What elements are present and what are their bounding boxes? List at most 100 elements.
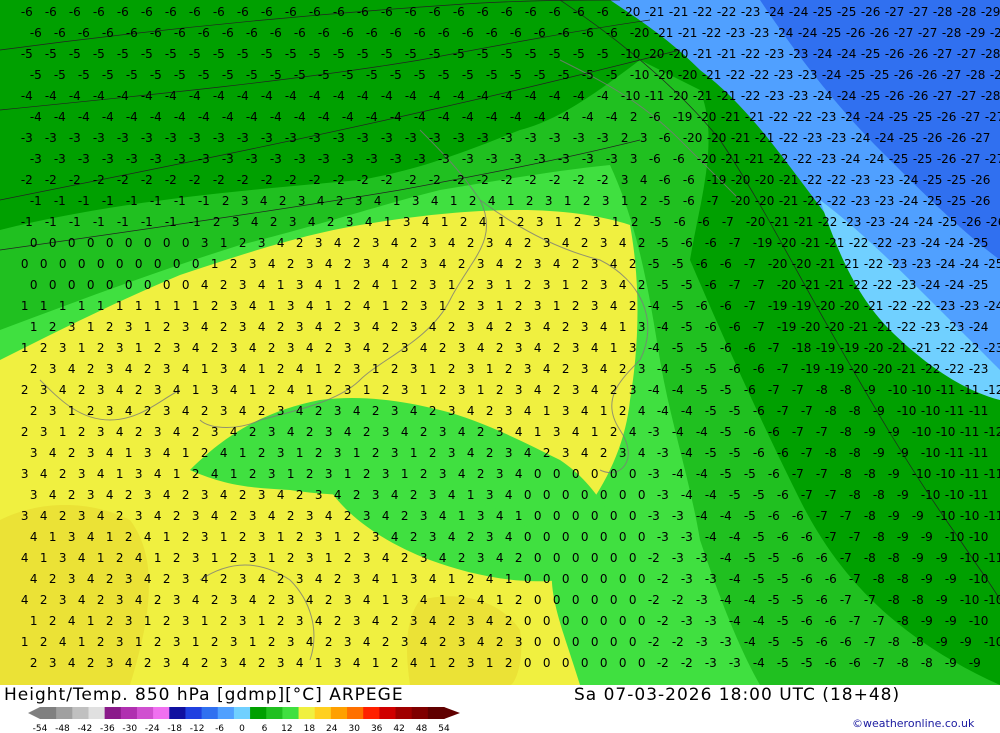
temperature-digit: -6 [318,26,330,40]
temperature-digit: 3 [429,530,437,544]
temperature-digit: -4 [390,110,402,124]
temperature-digit: 1 [382,299,390,313]
temperature-digit: 3 [572,383,580,397]
temperature-digit: 0 [543,614,551,628]
temperature-digit: -20 [755,194,775,208]
temperature-digit: -3 [381,131,393,145]
temperature-digit: -4 [657,404,669,418]
temperature-digit: 2 [201,446,209,460]
temperature-digit: 3 [458,383,466,397]
temperature-digit: 2 [420,425,428,439]
temperature-digit: -6 [189,5,201,19]
temperature-digit: -8 [825,446,837,460]
temperature-digit: -22 [693,5,713,19]
temperature-digit: 4 [106,488,114,502]
temperature-digit: 2 [448,656,456,670]
temperature-digit: 4 [59,383,67,397]
temperature-digit: 2 [515,551,523,565]
temperature-digit: -23 [789,47,809,61]
temperature-digit: 2 [116,551,124,565]
temperature-digit: 1 [211,257,219,271]
temperature-digit: -9 [897,530,909,544]
temperature-digit: 3 [315,488,323,502]
temperature-digit: 4 [600,320,608,334]
temperature-digit: 3 [467,656,475,670]
legend-tick-label: 42 [393,724,404,733]
temperature-digit: 4 [562,236,570,250]
temperature-digit: -8 [849,404,861,418]
temperature-digit: -22 [717,5,737,19]
temperature-digit: -21 [825,236,845,250]
temperature-digit: 3 [296,320,304,334]
temperature-digit: 4 [201,278,209,292]
temperature-digit: -5 [438,68,450,82]
temperature-digit: -6 [792,509,804,523]
legend-tick-label: 54 [438,724,450,733]
temperature-digit: 3 [429,488,437,502]
temperature-digit: -2 [261,173,273,187]
legend-swatch [72,707,89,719]
temperature-digit: 4 [619,278,627,292]
temperature-digit: -5 [381,47,393,61]
legend-swatch [169,707,186,719]
temperature-digit: 3 [201,530,209,544]
temperature-digit: 0 [600,488,608,502]
temperature-digit: 1 [391,278,399,292]
temperature-digit: -26 [861,5,881,19]
temperature-digit: 3 [353,614,361,628]
temperature-digit: 1 [486,362,494,376]
temperature-digit: -5 [333,47,345,61]
temperature-digit: -4 [729,572,741,586]
temperature-digit: -26 [986,215,1000,229]
temperature-digit: -1 [174,194,186,208]
temperature-digit: -22 [936,341,956,355]
temperature-digit: 3 [306,257,314,271]
temperature-digit: 1 [192,299,200,313]
temperature-digit: -24 [921,278,941,292]
temperature-digit: -6 [720,299,732,313]
temperature-digit: -3 [705,656,717,670]
credit-link[interactable]: ©weatheronline.co.uk [852,717,974,730]
temperature-digit: 2 [78,425,86,439]
temperature-digit: 3 [458,341,466,355]
temperature-digit: -2 [657,656,669,670]
temperature-digit: -26 [947,131,967,145]
temperature-digit: 3 [410,362,418,376]
temperature-digit: -9 [888,425,900,439]
temperature-digit: -10 [912,425,932,439]
temperature-digit: -5 [753,530,765,544]
temperature-digit: 2 [458,299,466,313]
legend-tick-label: -6 [215,724,224,733]
temperature-digit: -2 [573,173,585,187]
temperature-digit: 4 [211,509,219,523]
temperature-digit: -5 [768,593,780,607]
temperature-digit: -8 [840,467,852,481]
temperature-digit: -2 [285,173,297,187]
temperature-digit: 2 [106,320,114,334]
temperature-digit: -27 [985,110,1000,124]
temperature-digit: 2 [230,509,238,523]
temperature-digit: 1 [429,362,437,376]
temperature-digit: 4 [391,530,399,544]
temperature-digit: -6 [549,5,561,19]
temperature-digit: 2 [439,383,447,397]
temperature-digit: -3 [126,152,138,166]
temperature-digit: 2 [222,194,230,208]
temperature-digit: 4 [439,257,447,271]
temperature-digit: 1 [564,194,572,208]
temperature-digit: -20 [840,299,860,313]
temperature-digit: 3 [334,446,342,460]
temperature-digit: -5 [246,68,258,82]
temperature-digit: 4 [30,530,38,544]
temperature-digit: -9 [936,551,948,565]
temperature-digit: -6 [213,5,225,19]
temperature-digit: 2 [279,194,287,208]
temperature-digit: -10 [936,509,956,523]
temperature-digit: -4 [558,110,570,124]
temperature-digit: -4 [261,89,273,103]
temperature-digit: 0 [543,656,551,670]
temperature-digit: -9 [873,404,885,418]
temperature-digit: 0 [173,257,181,271]
temperature-digit: -6 [198,26,210,40]
temperature-digit: 2 [334,320,342,334]
